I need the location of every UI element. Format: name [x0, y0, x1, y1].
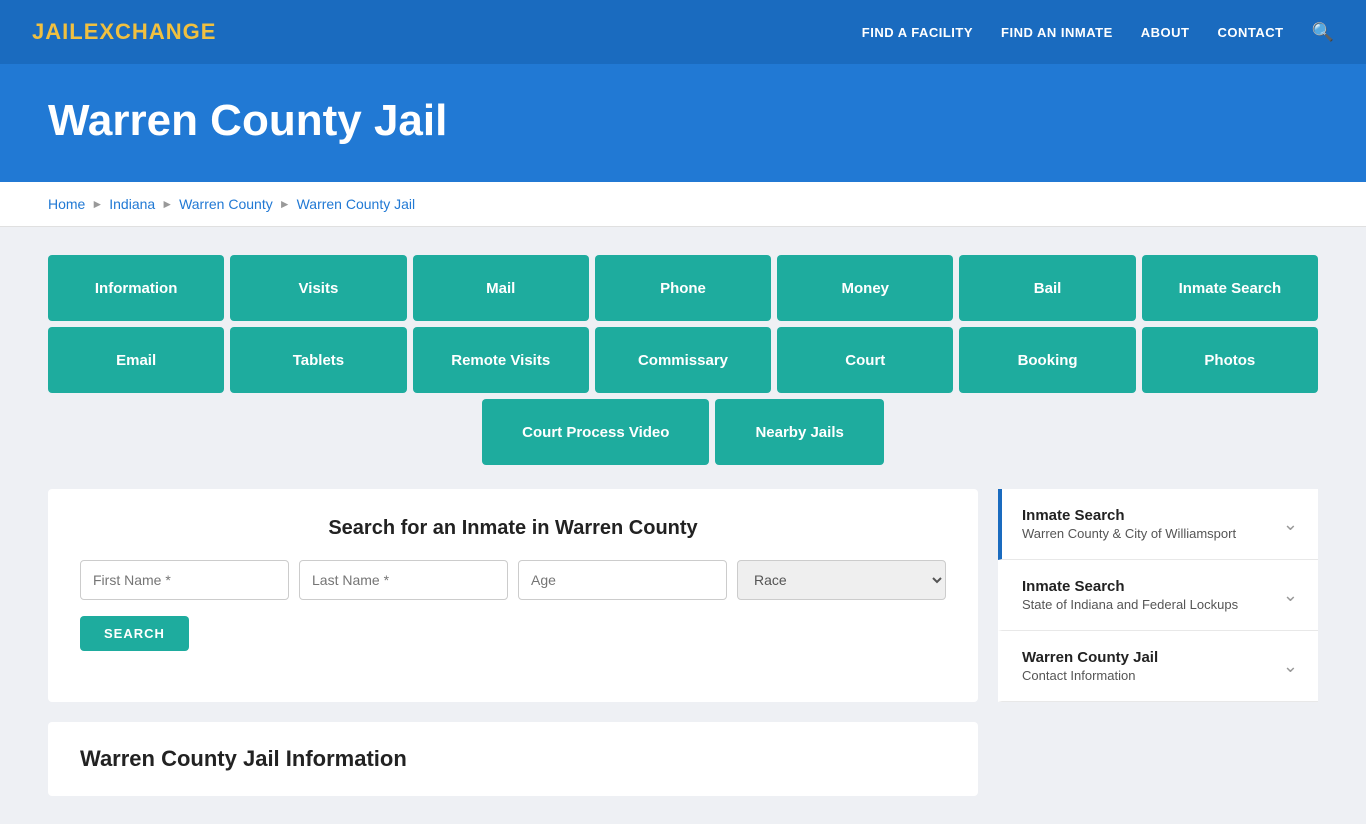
sidebar-title-indiana: Inmate Search: [1022, 578, 1238, 595]
race-select[interactable]: Race White Black Hispanic Asian Other: [737, 560, 946, 600]
logo[interactable]: JAILEXCHANGE: [32, 19, 216, 45]
breadcrumb: Home ► Indiana ► Warren County ► Warren …: [48, 196, 1318, 212]
btn-remote-visits[interactable]: Remote Visits: [413, 327, 589, 393]
sidebar-title-contact: Warren County Jail: [1022, 649, 1158, 666]
button-grid-row2: Email Tablets Remote Visits Commissary C…: [48, 327, 1318, 393]
breadcrumb-indiana[interactable]: Indiana: [109, 196, 155, 212]
sidebar-subtitle-contact: Contact Information: [1022, 668, 1158, 683]
sidebar-subtitle-warren: Warren County & City of Williamsport: [1022, 526, 1236, 541]
breadcrumb-sep-3: ►: [279, 197, 291, 211]
btn-court[interactable]: Court: [777, 327, 953, 393]
btn-mail[interactable]: Mail: [413, 255, 589, 321]
bottom-title: Warren County Jail Information: [80, 746, 946, 772]
button-grid-row3: Court Process Video Nearby Jails: [48, 399, 1318, 465]
logo-exchange-rest: XCHANGE: [99, 19, 216, 44]
search-title: Search for an Inmate in Warren County: [80, 517, 946, 540]
bottom-info-card: Warren County Jail Information: [48, 722, 978, 796]
age-input[interactable]: [518, 560, 727, 600]
chevron-down-icon: ⌄: [1283, 514, 1298, 535]
last-name-input[interactable]: [299, 560, 508, 600]
nav-contact[interactable]: CONTACT: [1217, 25, 1283, 40]
page-title: Warren County Jail: [48, 96, 1318, 146]
search-icon[interactable]: 🔍: [1312, 22, 1334, 43]
first-name-input[interactable]: [80, 560, 289, 600]
bottom-row: Warren County Jail Information: [48, 712, 1318, 796]
sidebar-title-warren: Inmate Search: [1022, 507, 1236, 524]
btn-email[interactable]: Email: [48, 327, 224, 393]
inmate-search-card: Search for an Inmate in Warren County Ra…: [48, 489, 978, 702]
btn-phone[interactable]: Phone: [595, 255, 771, 321]
breadcrumb-current: Warren County Jail: [297, 196, 416, 212]
btn-commissary[interactable]: Commissary: [595, 327, 771, 393]
hero-section: Warren County Jail: [0, 64, 1366, 182]
breadcrumb-sep-2: ►: [161, 197, 173, 211]
btn-court-process-video[interactable]: Court Process Video: [482, 399, 709, 465]
main-area: Information Visits Mail Phone Money Bail…: [0, 227, 1366, 824]
btn-tablets[interactable]: Tablets: [230, 327, 406, 393]
btn-nearby-jails[interactable]: Nearby Jails: [715, 399, 883, 465]
sidebar-subtitle-indiana: State of Indiana and Federal Lockups: [1022, 597, 1238, 612]
sidebar-item-indiana[interactable]: Inmate Search State of Indiana and Feder…: [998, 560, 1318, 631]
btn-inmate-search[interactable]: Inmate Search: [1142, 255, 1318, 321]
nav-about[interactable]: ABOUT: [1141, 25, 1190, 40]
search-button[interactable]: SEARCH: [80, 616, 189, 651]
breadcrumb-home[interactable]: Home: [48, 196, 85, 212]
sidebar: Inmate Search Warren County & City of Wi…: [998, 489, 1318, 702]
logo-jail: JAIL: [32, 19, 84, 44]
btn-money[interactable]: Money: [777, 255, 953, 321]
nav-links: FIND A FACILITY FIND AN INMATE ABOUT CON…: [862, 22, 1334, 43]
btn-visits[interactable]: Visits: [230, 255, 406, 321]
btn-bail[interactable]: Bail: [959, 255, 1135, 321]
btn-information[interactable]: Information: [48, 255, 224, 321]
button-grid-row1: Information Visits Mail Phone Money Bail…: [48, 255, 1318, 321]
breadcrumb-bar: Home ► Indiana ► Warren County ► Warren …: [0, 182, 1366, 227]
nav-find-facility[interactable]: FIND A FACILITY: [862, 25, 973, 40]
breadcrumb-sep-1: ►: [91, 197, 103, 211]
search-fields: Race White Black Hispanic Asian Other: [80, 560, 946, 600]
nav-find-inmate[interactable]: FIND AN INMATE: [1001, 25, 1113, 40]
content-row: Search for an Inmate in Warren County Ra…: [48, 489, 1318, 702]
chevron-down-icon-3: ⌄: [1283, 656, 1298, 677]
chevron-down-icon-2: ⌄: [1283, 585, 1298, 606]
btn-booking[interactable]: Booking: [959, 327, 1135, 393]
sidebar-item-contact[interactable]: Warren County Jail Contact Information ⌄: [998, 631, 1318, 702]
navbar: JAILEXCHANGE FIND A FACILITY FIND AN INM…: [0, 0, 1366, 64]
sidebar-item-warren[interactable]: Inmate Search Warren County & City of Wi…: [998, 489, 1318, 560]
btn-photos[interactable]: Photos: [1142, 327, 1318, 393]
logo-exchange-x: E: [84, 19, 100, 44]
bottom-sidebar-spacer: [998, 712, 1318, 796]
breadcrumb-warren-county[interactable]: Warren County: [179, 196, 273, 212]
